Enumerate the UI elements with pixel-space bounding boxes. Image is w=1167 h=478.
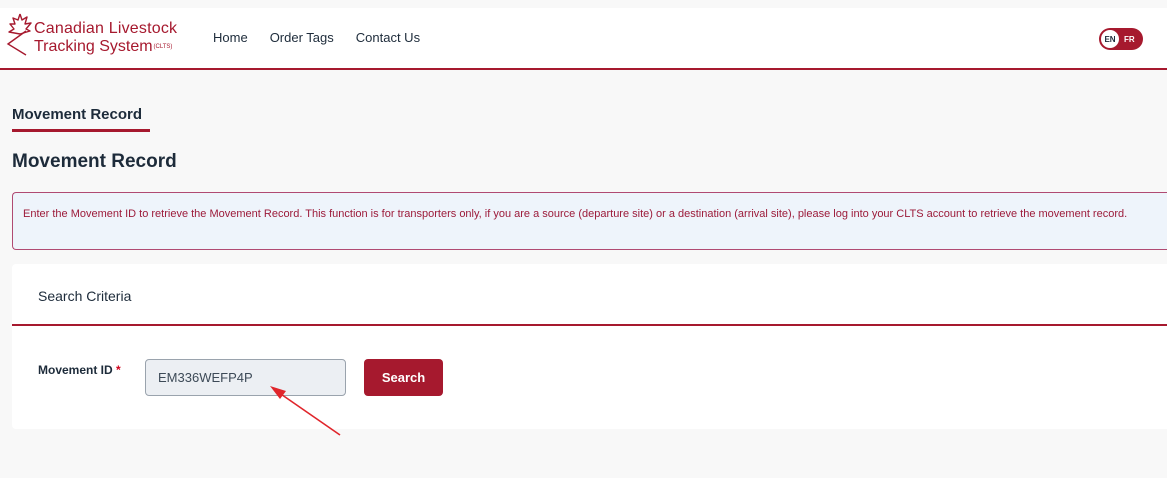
page-title: Movement Record	[12, 151, 177, 172]
search-criteria-card: Search Criteria Movement ID * Search	[12, 264, 1167, 429]
logo-title-line2: Tracking System(CLTS)	[34, 38, 172, 56]
nav-order-tags-link[interactable]: Order Tags	[270, 30, 334, 45]
movement-id-label: Movement ID *	[38, 363, 121, 377]
nav-contact-us-link[interactable]: Contact Us	[356, 30, 420, 45]
language-fr-option[interactable]: FR	[1124, 35, 1135, 44]
nav-home-link[interactable]: Home	[213, 30, 248, 45]
main-nav: Home Order Tags Contact Us	[213, 30, 420, 45]
search-button[interactable]: Search	[364, 359, 443, 396]
logo-title-line2-text: Tracking System	[34, 38, 153, 55]
movement-id-label-text: Movement ID	[38, 363, 113, 377]
language-en-option[interactable]: EN	[1101, 30, 1119, 48]
header: Canadian Livestock Tracking System(CLTS)…	[0, 8, 1167, 70]
info-alert-text: Enter the Movement ID to retrieve the Mo…	[23, 208, 1128, 220]
logo-title-line1: Canadian Livestock	[34, 20, 178, 37]
logo-suffix: (CLTS)	[153, 43, 173, 50]
movement-id-input[interactable]	[145, 359, 346, 396]
page: Canadian Livestock Tracking System(CLTS)…	[0, 0, 1167, 478]
tab-movement-record[interactable]: Movement Record	[12, 106, 142, 123]
language-toggle[interactable]: EN FR	[1099, 28, 1143, 50]
clts-logo[interactable]: Canadian Livestock Tracking System(CLTS)	[6, 12, 186, 64]
active-tab-indicator	[12, 129, 150, 132]
card-divider	[12, 324, 1167, 326]
required-marker: *	[116, 363, 121, 377]
maple-leaf-outline-icon	[6, 13, 32, 56]
search-criteria-title: Search Criteria	[38, 288, 132, 304]
info-alert: Enter the Movement ID to retrieve the Mo…	[12, 192, 1167, 250]
